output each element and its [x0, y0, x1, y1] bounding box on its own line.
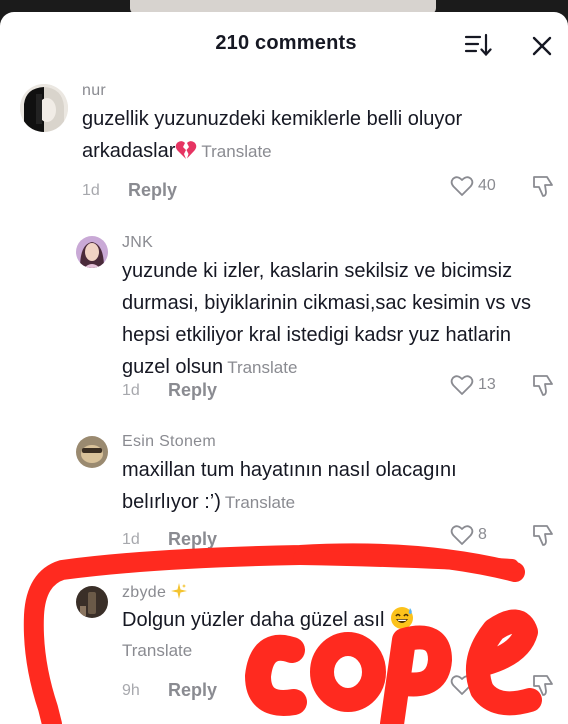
avatar[interactable]: [76, 586, 108, 618]
dislike-icon[interactable]: [530, 674, 556, 698]
reply-comment-item: zbyde Dolgun yüzler daha güzel asıl Tran…: [0, 12, 568, 724]
sweat-smile-emoji: [390, 607, 413, 629]
comments-sheet: 210 comments nur guzellik yuzunuzdeki ke…: [0, 12, 568, 724]
translate-link[interactable]: Translate: [122, 641, 192, 661]
comment-timestamp: 9h: [122, 682, 140, 699]
like-button[interactable]: [450, 674, 474, 696]
comment-text: Dolgun yüzler daha güzel asıl: [122, 604, 542, 636]
sparkles-emoji: [170, 583, 187, 599]
comment-body: Dolgun yüzler daha güzel asıl: [122, 609, 385, 631]
heart-icon: [450, 675, 474, 695]
reply-button[interactable]: Reply: [168, 680, 217, 701]
comment-username[interactable]: zbyde: [122, 583, 187, 602]
username-text: zbyde: [122, 584, 167, 601]
